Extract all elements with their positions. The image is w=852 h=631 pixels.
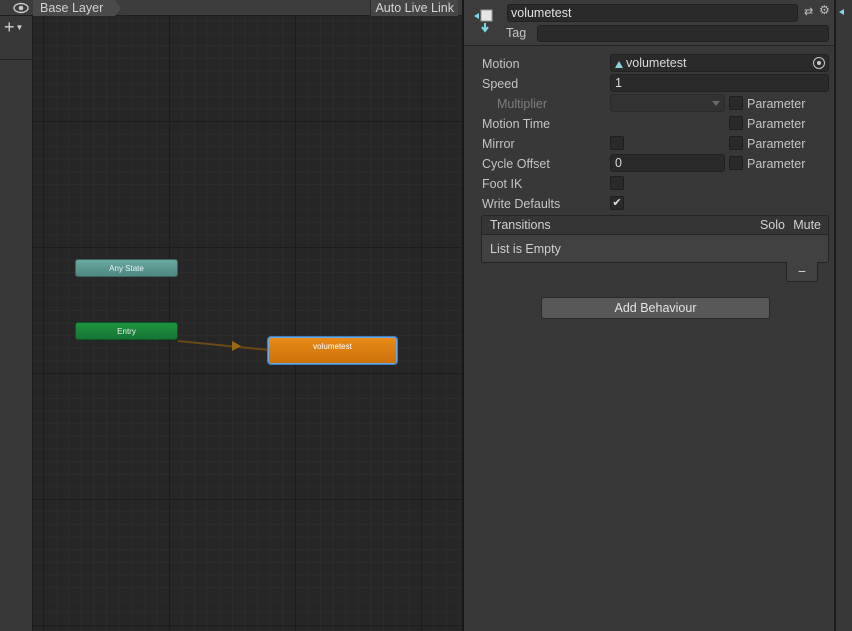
layers-panel: +▼ xyxy=(0,16,33,631)
state-volumetest[interactable]: volumetest xyxy=(268,337,397,364)
layers-divider xyxy=(0,59,33,60)
animator-graph[interactable]: Any State Entry volumetest xyxy=(33,16,462,631)
animator-toolbar: Base Layer Auto Live Link xyxy=(0,0,462,16)
write-defaults-label: Write Defaults xyxy=(482,197,561,211)
transitions-title: Transitions xyxy=(490,218,551,232)
mute-column-label: Mute xyxy=(793,218,821,232)
unity-editor: Base Layer Auto Live Link +▼ Any State E… xyxy=(0,0,852,631)
chevron-down-icon: ▼ xyxy=(15,23,24,32)
plus-icon: + xyxy=(4,17,15,37)
foot-ik-checkbox[interactable] xyxy=(610,176,624,190)
list-empty-text: List is Empty xyxy=(490,242,561,256)
state-any-state[interactable]: Any State xyxy=(75,259,178,277)
animation-clip-icon xyxy=(615,61,623,68)
transitions-header: Transitions Solo Mute xyxy=(481,215,829,234)
multiplier-parameter-label: Parameter xyxy=(747,97,806,111)
mirror-label: Mirror xyxy=(482,137,515,151)
write-defaults-checkbox[interactable]: ✔ xyxy=(610,196,624,210)
mirror-parameter-label: Parameter xyxy=(747,137,806,151)
add-behaviour-button[interactable]: Add Behaviour xyxy=(541,297,770,319)
tag-label: Tag xyxy=(506,26,527,40)
motion-field[interactable]: volumetest xyxy=(610,54,829,72)
inspector-panel: volumetest ⇄ ⚙ Tag Motion volumetest Spe… xyxy=(464,0,834,631)
auto-live-link-button[interactable]: Auto Live Link xyxy=(370,0,458,16)
multiplier-parameter-checkbox[interactable] xyxy=(729,96,743,110)
collapsed-panel-strip xyxy=(834,0,852,631)
breadcrumb-base-layer[interactable]: Base Layer xyxy=(33,0,122,16)
multiplier-label: Multiplier xyxy=(497,97,548,111)
preset-sliders-icon[interactable]: ⇄ xyxy=(804,5,816,18)
remove-transition-button[interactable]: − xyxy=(786,262,818,282)
motion-value: volumetest xyxy=(626,56,687,70)
mirror-checkbox[interactable] xyxy=(610,136,624,150)
motion-time-parameter-checkbox[interactable] xyxy=(729,116,743,130)
state-arrow-icon[interactable] xyxy=(838,7,852,17)
motion-time-parameter-label: Parameter xyxy=(747,117,806,131)
chevron-down-icon xyxy=(712,101,720,106)
object-picker-icon[interactable] xyxy=(813,57,825,69)
transitions-list: List is Empty xyxy=(481,234,829,263)
multiplier-dropdown xyxy=(610,94,725,112)
motion-time-label: Motion Time xyxy=(482,117,551,131)
state-name-field[interactable]: volumetest xyxy=(507,4,798,22)
animator-state-icon xyxy=(474,9,493,33)
speed-label: Speed xyxy=(482,77,519,91)
cycle-offset-parameter-checkbox[interactable] xyxy=(729,156,743,170)
state-entry[interactable]: Entry xyxy=(75,322,178,340)
motion-label: Motion xyxy=(482,57,520,71)
cycle-offset-field[interactable]: 0 xyxy=(610,154,725,172)
add-layer-button[interactable]: +▼ xyxy=(4,17,30,37)
solo-column-label: Solo xyxy=(759,218,785,232)
eye-icon[interactable] xyxy=(13,2,29,14)
tag-field[interactable] xyxy=(537,25,829,42)
foot-ik-label: Foot IK xyxy=(482,177,523,191)
cycle-offset-parameter-label: Parameter xyxy=(747,157,806,171)
gear-icon[interactable]: ⚙ xyxy=(819,3,831,17)
mirror-parameter-checkbox[interactable] xyxy=(729,136,743,150)
cycle-offset-label: Cycle Offset xyxy=(482,157,550,171)
speed-field[interactable]: 1 xyxy=(610,74,829,92)
inspector-header: volumetest ⇄ ⚙ Tag xyxy=(464,0,834,46)
checkmark-icon: ✔ xyxy=(612,197,622,209)
